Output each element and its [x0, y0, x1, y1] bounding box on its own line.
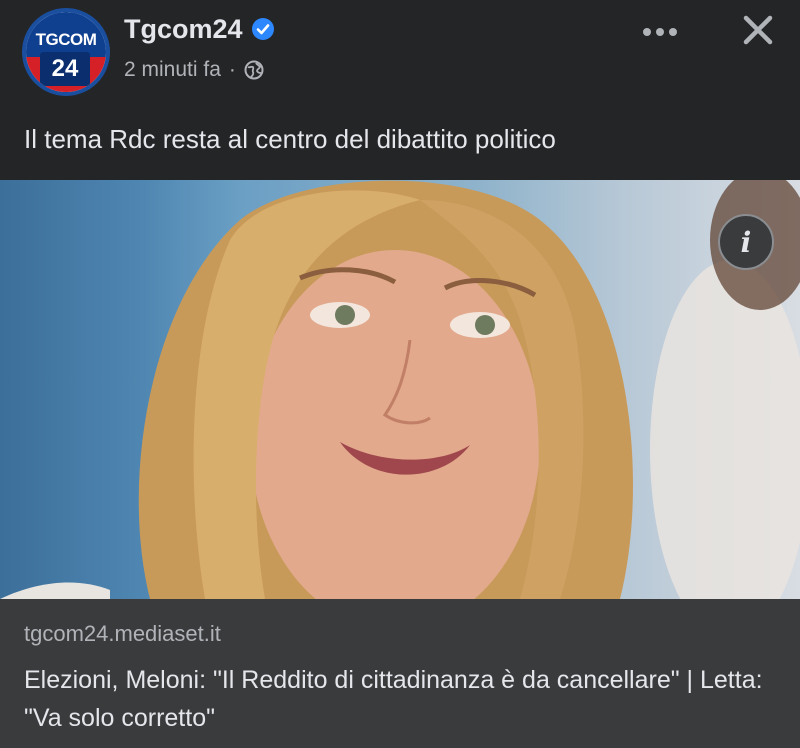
post-meta: 2 minuti fa · — [124, 56, 264, 84]
info-icon: i — [740, 225, 752, 259]
link-title[interactable]: Elezioni, Meloni: "Il Reddito di cittadi… — [24, 661, 784, 737]
post-timestamp[interactable]: 2 minuti fa — [124, 58, 221, 82]
link-domain: tgcom24.mediaset.it — [24, 621, 221, 646]
close-icon — [743, 15, 773, 45]
portrait-photo — [0, 180, 800, 599]
post-caption: Il tema Rdc resta al centro del dibattit… — [24, 124, 556, 154]
page-name-row: Tgcom24 — [124, 12, 275, 46]
info-button[interactable]: i — [718, 214, 774, 270]
more-horizontal-icon — [643, 28, 677, 36]
post-header: TGCOM 24 Tgcom24 2 minuti fa · — [0, 0, 800, 110]
avatar-logo-number: 24 — [40, 52, 90, 86]
page-name[interactable]: Tgcom24 — [124, 14, 243, 45]
globe-icon — [244, 60, 264, 80]
more-options-button[interactable] — [636, 18, 684, 46]
link-preview-image[interactable]: i — [0, 180, 800, 599]
page-avatar[interactable]: TGCOM 24 — [22, 8, 110, 96]
link-preview-footer[interactable]: tgcom24.mediaset.it Elezioni, Meloni: "I… — [0, 599, 800, 748]
close-post-button[interactable] — [736, 8, 780, 52]
meta-separator: · — [228, 58, 236, 81]
avatar-logo-text: TGCOM — [26, 12, 106, 57]
verified-badge-icon — [251, 18, 274, 40]
